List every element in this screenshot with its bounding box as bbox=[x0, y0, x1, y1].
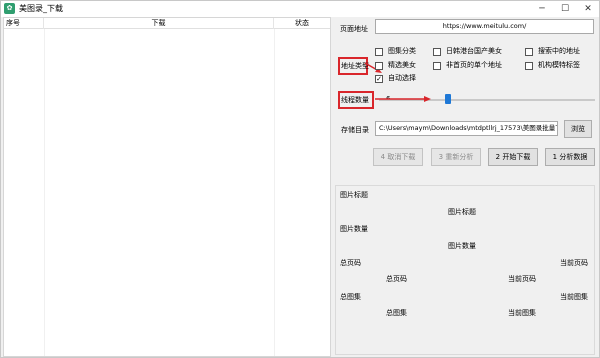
red-arrow-icon bbox=[375, 96, 431, 102]
page-url-label: 页面地址 bbox=[340, 25, 368, 33]
checkbox-search-address[interactable] bbox=[525, 48, 533, 56]
maximize-button[interactable]: ☐ bbox=[554, 1, 576, 17]
total-pages-label: 总页码 bbox=[340, 259, 361, 267]
option-category-label: 图集分类 bbox=[388, 47, 416, 55]
reanalyze-button[interactable]: 3 重新分析 bbox=[431, 148, 481, 166]
total-sets-label: 总图集 bbox=[340, 293, 361, 301]
title-bar[interactable]: ✿ 美图录_下载 ─ ☐ ✕ bbox=[1, 1, 599, 17]
checkbox-category[interactable] bbox=[375, 48, 383, 56]
list-header: 序号 下载 状态 bbox=[4, 18, 330, 29]
checkbox-agency-tag[interactable] bbox=[525, 62, 533, 70]
minimize-button[interactable]: ─ bbox=[531, 1, 553, 17]
checkbox-single-address[interactable] bbox=[433, 62, 441, 70]
cancel-download-button[interactable]: 4 取消下载 bbox=[373, 148, 423, 166]
download-list[interactable]: 序号 下载 状态 bbox=[3, 17, 331, 357]
current-set-value: 当前图集 bbox=[508, 309, 536, 317]
thread-slider-thumb[interactable] bbox=[445, 94, 452, 104]
option-auto-select-label: 自动选择 bbox=[388, 74, 416, 82]
current-page-value: 当前页码 bbox=[508, 275, 536, 283]
option-search-address-label: 搜索中的地址 bbox=[538, 47, 580, 55]
option-single-address-label: 非首页的单个地址 bbox=[446, 61, 502, 69]
app-window: ✿ 美图录_下载 ─ ☐ ✕ 序号 下载 状态 页面地址 https://www… bbox=[0, 0, 600, 358]
column-divider bbox=[44, 29, 45, 356]
info-count-value: 图片数量 bbox=[448, 242, 476, 250]
settings-panel: 页面地址 https://www.meitulu.com/ 地址类型 图集分类 … bbox=[335, 17, 599, 357]
close-button[interactable]: ✕ bbox=[577, 1, 599, 17]
thread-count-label: 线程数量 bbox=[341, 96, 369, 104]
column-header-download[interactable]: 下载 bbox=[44, 18, 274, 29]
checkbox-auto-select[interactable]: ✓ bbox=[375, 75, 383, 83]
total-pages-value: 总页码 bbox=[386, 275, 407, 283]
column-header-status[interactable]: 状态 bbox=[274, 18, 330, 29]
browse-button[interactable]: 浏览 bbox=[564, 120, 592, 138]
page-url-input[interactable]: https://www.meitulu.com/ bbox=[375, 19, 594, 34]
info-area: 图片标题 图片标题 图片数量 图片数量 总页码 当前页码 总页码 当前页码 总图… bbox=[335, 185, 595, 355]
info-title-value: 图片标题 bbox=[448, 208, 476, 216]
checkbox-region-beauty[interactable] bbox=[433, 48, 441, 56]
total-sets-value: 总图集 bbox=[386, 309, 407, 317]
current-page-label: 当前页码 bbox=[560, 259, 588, 267]
option-region-beauty-label: 日韩港台国产美女 bbox=[446, 47, 502, 55]
checkbox-featured[interactable] bbox=[375, 62, 383, 70]
option-featured-label: 精选美女 bbox=[388, 61, 416, 69]
option-agency-tag-label: 机构模特标签 bbox=[538, 61, 580, 69]
current-set-label: 当前图集 bbox=[560, 293, 588, 301]
storage-dir-label: 存储目录 bbox=[341, 126, 369, 134]
window-title: 美图录_下载 bbox=[19, 4, 63, 13]
storage-dir-input[interactable]: C:\Users\maym\Downloads\mtdptllrj_17573\… bbox=[375, 121, 558, 136]
info-title-label: 图片标题 bbox=[340, 191, 368, 199]
column-divider bbox=[274, 29, 275, 356]
start-download-button[interactable]: 2 开始下载 bbox=[488, 148, 538, 166]
info-count-label: 图片数量 bbox=[340, 225, 368, 233]
app-icon: ✿ bbox=[4, 3, 15, 14]
analyze-data-button[interactable]: 1 分析数据 bbox=[545, 148, 595, 166]
column-header-no[interactable]: 序号 bbox=[4, 18, 44, 29]
